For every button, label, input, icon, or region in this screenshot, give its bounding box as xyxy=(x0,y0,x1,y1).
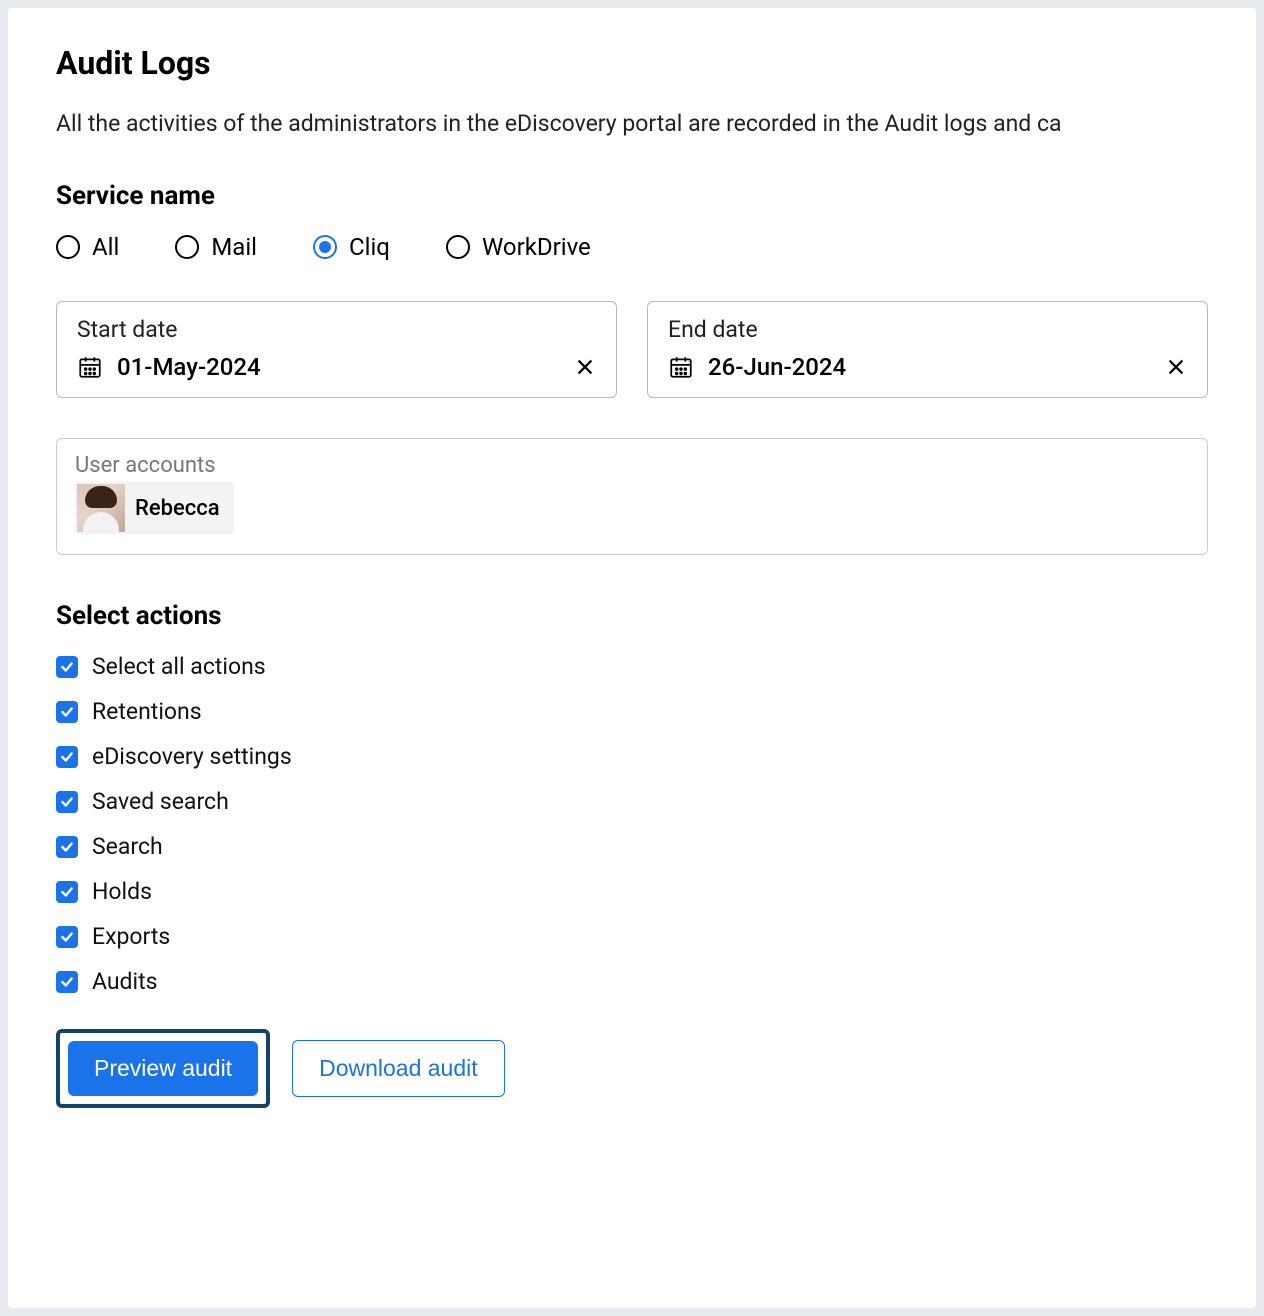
checkbox-label: Saved search xyxy=(92,788,229,815)
radio-icon xyxy=(313,235,337,259)
checkbox-audits[interactable]: Audits xyxy=(56,968,1208,995)
actions-checkbox-list: Select all actions Retentions eDiscovery… xyxy=(56,653,1208,995)
end-date-label: End date xyxy=(668,316,1187,343)
user-accounts-label: User accounts xyxy=(75,453,1189,478)
start-date-value: 01-May-2024 xyxy=(117,353,261,381)
checkbox-search[interactable]: Search xyxy=(56,833,1208,860)
checkbox-holds[interactable]: Holds xyxy=(56,878,1208,905)
close-icon[interactable] xyxy=(574,356,596,378)
checkbox-icon xyxy=(56,881,78,903)
radio-label: All xyxy=(92,233,119,261)
radio-label: Cliq xyxy=(349,233,390,261)
checkbox-label: Holds xyxy=(92,878,152,905)
calendar-icon xyxy=(668,354,694,380)
checkbox-label: Search xyxy=(92,833,163,860)
checkbox-label: Select all actions xyxy=(92,653,266,680)
radio-workdrive[interactable]: WorkDrive xyxy=(446,233,591,261)
checkbox-icon xyxy=(56,701,78,723)
radio-label: WorkDrive xyxy=(482,233,591,261)
button-row: Preview audit Download audit xyxy=(56,1029,1208,1108)
checkbox-ediscovery-settings[interactable]: eDiscovery settings xyxy=(56,743,1208,770)
download-audit-button[interactable]: Download audit xyxy=(292,1040,505,1097)
service-name-label: Service name xyxy=(56,181,1208,211)
checkbox-saved-search[interactable]: Saved search xyxy=(56,788,1208,815)
page-description: All the activities of the administrators… xyxy=(56,110,1208,137)
checkbox-label: eDiscovery settings xyxy=(92,743,292,770)
user-accounts-field[interactable]: User accounts Rebecca xyxy=(56,438,1208,555)
checkbox-label: Exports xyxy=(92,923,170,950)
checkbox-icon xyxy=(56,836,78,858)
select-actions-label: Select actions xyxy=(56,601,1208,631)
checkbox-retentions[interactable]: Retentions xyxy=(56,698,1208,725)
checkbox-select-all[interactable]: Select all actions xyxy=(56,653,1208,680)
radio-icon xyxy=(446,235,470,259)
radio-icon xyxy=(56,235,80,259)
radio-label: Mail xyxy=(211,233,257,261)
start-date-field[interactable]: Start date 01-May-2024 xyxy=(56,301,617,398)
close-icon[interactable] xyxy=(1165,356,1187,378)
checkbox-icon xyxy=(56,791,78,813)
calendar-icon xyxy=(77,354,103,380)
checkbox-exports[interactable]: Exports xyxy=(56,923,1208,950)
checkbox-icon xyxy=(56,746,78,768)
user-chip-rebecca[interactable]: Rebecca xyxy=(75,482,234,534)
end-date-value: 26-Jun-2024 xyxy=(708,353,846,381)
audit-logs-panel: Audit Logs All the activities of the adm… xyxy=(8,8,1256,1308)
avatar xyxy=(77,484,125,532)
end-date-field[interactable]: End date 26-Jun-2024 xyxy=(647,301,1208,398)
checkbox-icon xyxy=(56,971,78,993)
radio-mail[interactable]: Mail xyxy=(175,233,257,261)
checkbox-label: Audits xyxy=(92,968,158,995)
page-title: Audit Logs xyxy=(56,44,1208,82)
preview-audit-button[interactable]: Preview audit xyxy=(68,1041,258,1096)
highlight-frame: Preview audit xyxy=(56,1029,270,1108)
start-date-label: Start date xyxy=(77,316,596,343)
radio-cliq[interactable]: Cliq xyxy=(313,233,390,261)
checkbox-label: Retentions xyxy=(92,698,202,725)
date-range-row: Start date 01-May-2024 xyxy=(56,301,1208,398)
service-radio-group: All Mail Cliq WorkDrive xyxy=(56,233,1208,261)
radio-icon xyxy=(175,235,199,259)
user-chip-name: Rebecca xyxy=(135,496,220,521)
checkbox-icon xyxy=(56,926,78,948)
checkbox-icon xyxy=(56,656,78,678)
radio-all[interactable]: All xyxy=(56,233,119,261)
